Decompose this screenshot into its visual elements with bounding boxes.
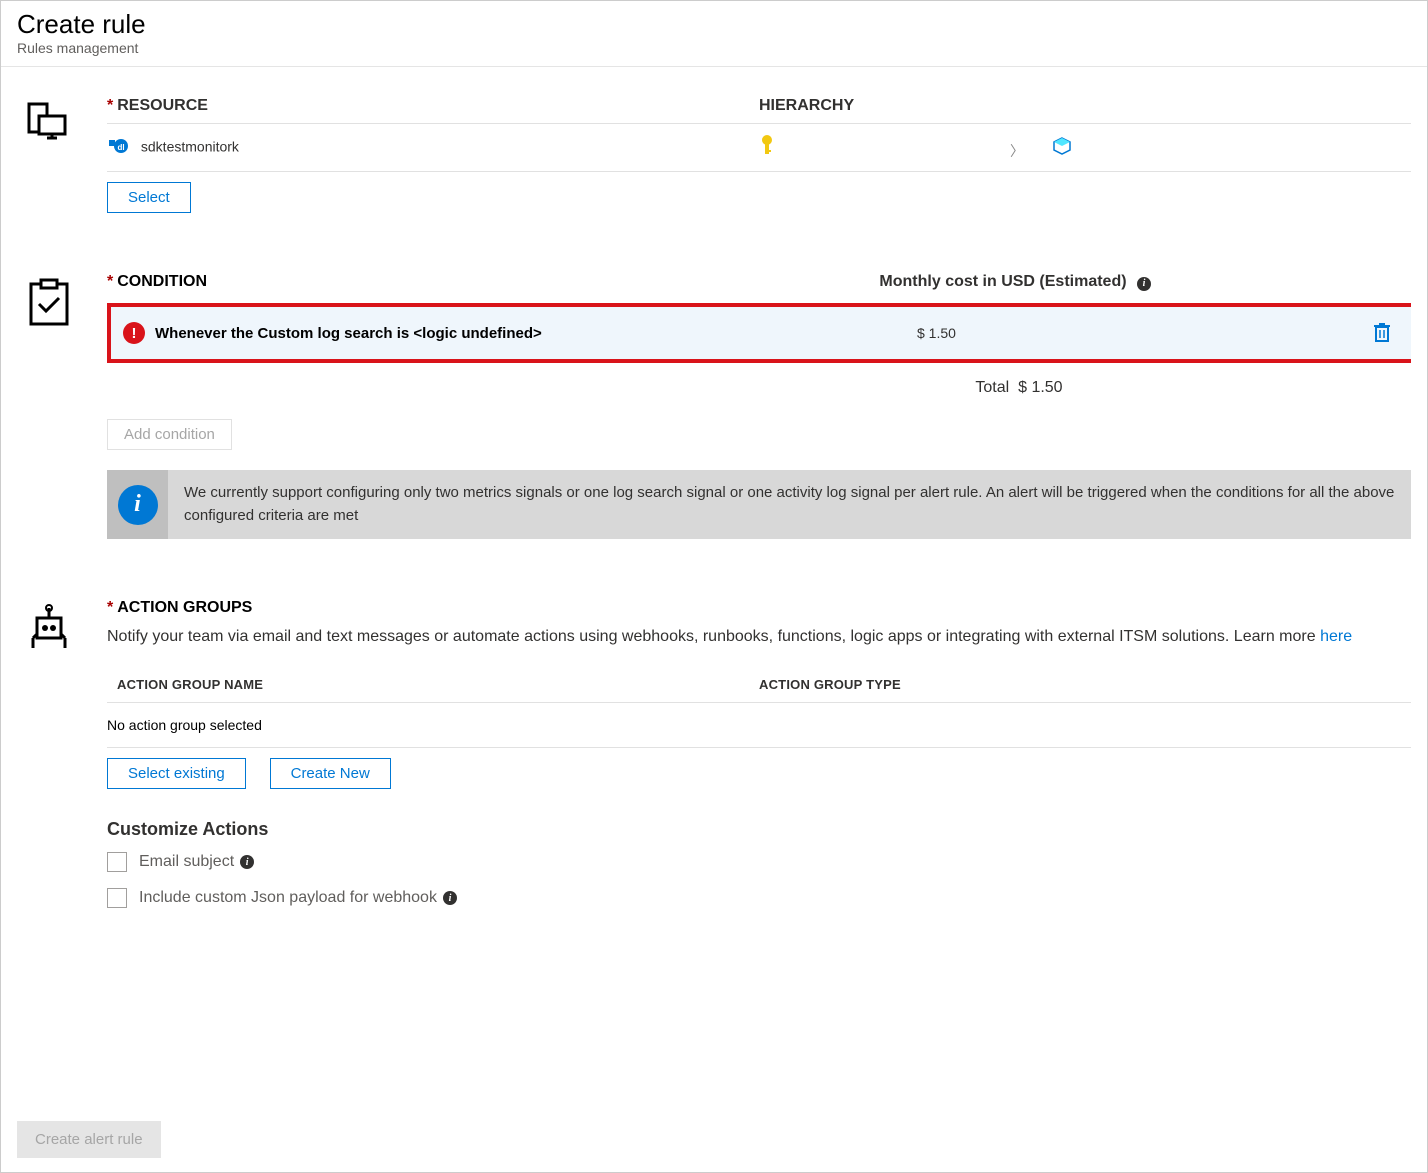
info-icon[interactable]: i [1137,277,1151,291]
page-subtitle: Rules management [17,40,1411,56]
action-groups-description: Notify your team via email and text mess… [107,628,1320,645]
info-icon[interactable]: i [240,855,254,869]
condition-cost-value: $ 1.50 [917,325,956,341]
resource-row[interactable]: dl sdktestmonitork 〉 [107,124,1411,172]
condition-text: Whenever the Custom log search is <logic… [155,325,542,342]
total-row: Total $ 1.50 [627,363,1411,407]
cost-label: Monthly cost in USD (Estimated) [879,273,1126,290]
page-title: Create rule [17,9,1411,40]
info-banner-text: We currently support configuring only tw… [168,470,1411,539]
robot-icon [27,604,71,648]
computer-icon [27,102,69,144]
ag-empty-text: No action group selected [107,703,1411,748]
clipboard-check-icon [27,278,71,326]
add-condition-button: Add condition [107,419,232,450]
workspace-icon: dl [107,138,127,158]
customize-actions-title: Customize Actions [107,819,1411,840]
ag-col-name: ACTION GROUP NAME [107,667,759,703]
total-value: $ 1.50 [1018,379,1062,396]
resource-section-icon [17,97,77,213]
learn-more-link[interactable]: here [1320,628,1352,645]
action-groups-label: ACTION GROUPS [117,599,252,616]
alert-icon: ! [123,322,145,344]
total-label: Total [975,379,1009,396]
resource-section: *RESOURCE HIERARCHY dl [17,97,1411,213]
condition-section-icon [17,273,77,539]
create-alert-rule-button: Create alert rule [17,1121,161,1158]
info-icon[interactable]: i [443,891,457,905]
select-resource-button[interactable]: Select [107,182,191,213]
email-subject-label: Email subject [139,853,234,871]
ag-col-type: ACTION GROUP TYPE [759,667,1411,703]
webhook-payload-label: Include custom Json payload for webhook [139,889,437,907]
svg-text:dl: dl [117,143,124,152]
resource-label: RESOURCE [117,97,208,114]
delete-condition-button[interactable] [1373,322,1391,345]
key-icon [759,140,780,160]
select-existing-button[interactable]: Select existing [107,758,246,789]
info-banner: i We currently support configuring only … [107,470,1411,539]
webhook-payload-checkbox[interactable] [107,888,127,908]
page-header: Create rule Rules management [1,1,1427,67]
resource-name: sdktestmonitork [141,138,239,154]
ag-empty-row: No action group selected [107,703,1411,748]
email-subject-checkbox[interactable] [107,852,127,872]
resource-box-icon [1052,140,1072,160]
condition-label: CONDITION [117,273,207,290]
chevron-right-icon: 〉 [1010,143,1024,159]
info-banner-icon: i [107,470,168,539]
create-new-button[interactable]: Create New [270,758,391,789]
hierarchy-label: HIERARCHY [759,97,1411,124]
action-groups-section-icon [17,599,77,924]
action-groups-section: *ACTION GROUPS Notify your team via emai… [17,599,1411,924]
condition-section: *CONDITION Monthly cost in USD (Estimate… [17,273,1411,539]
condition-cost-bar: $ 1.50 [637,307,1411,359]
